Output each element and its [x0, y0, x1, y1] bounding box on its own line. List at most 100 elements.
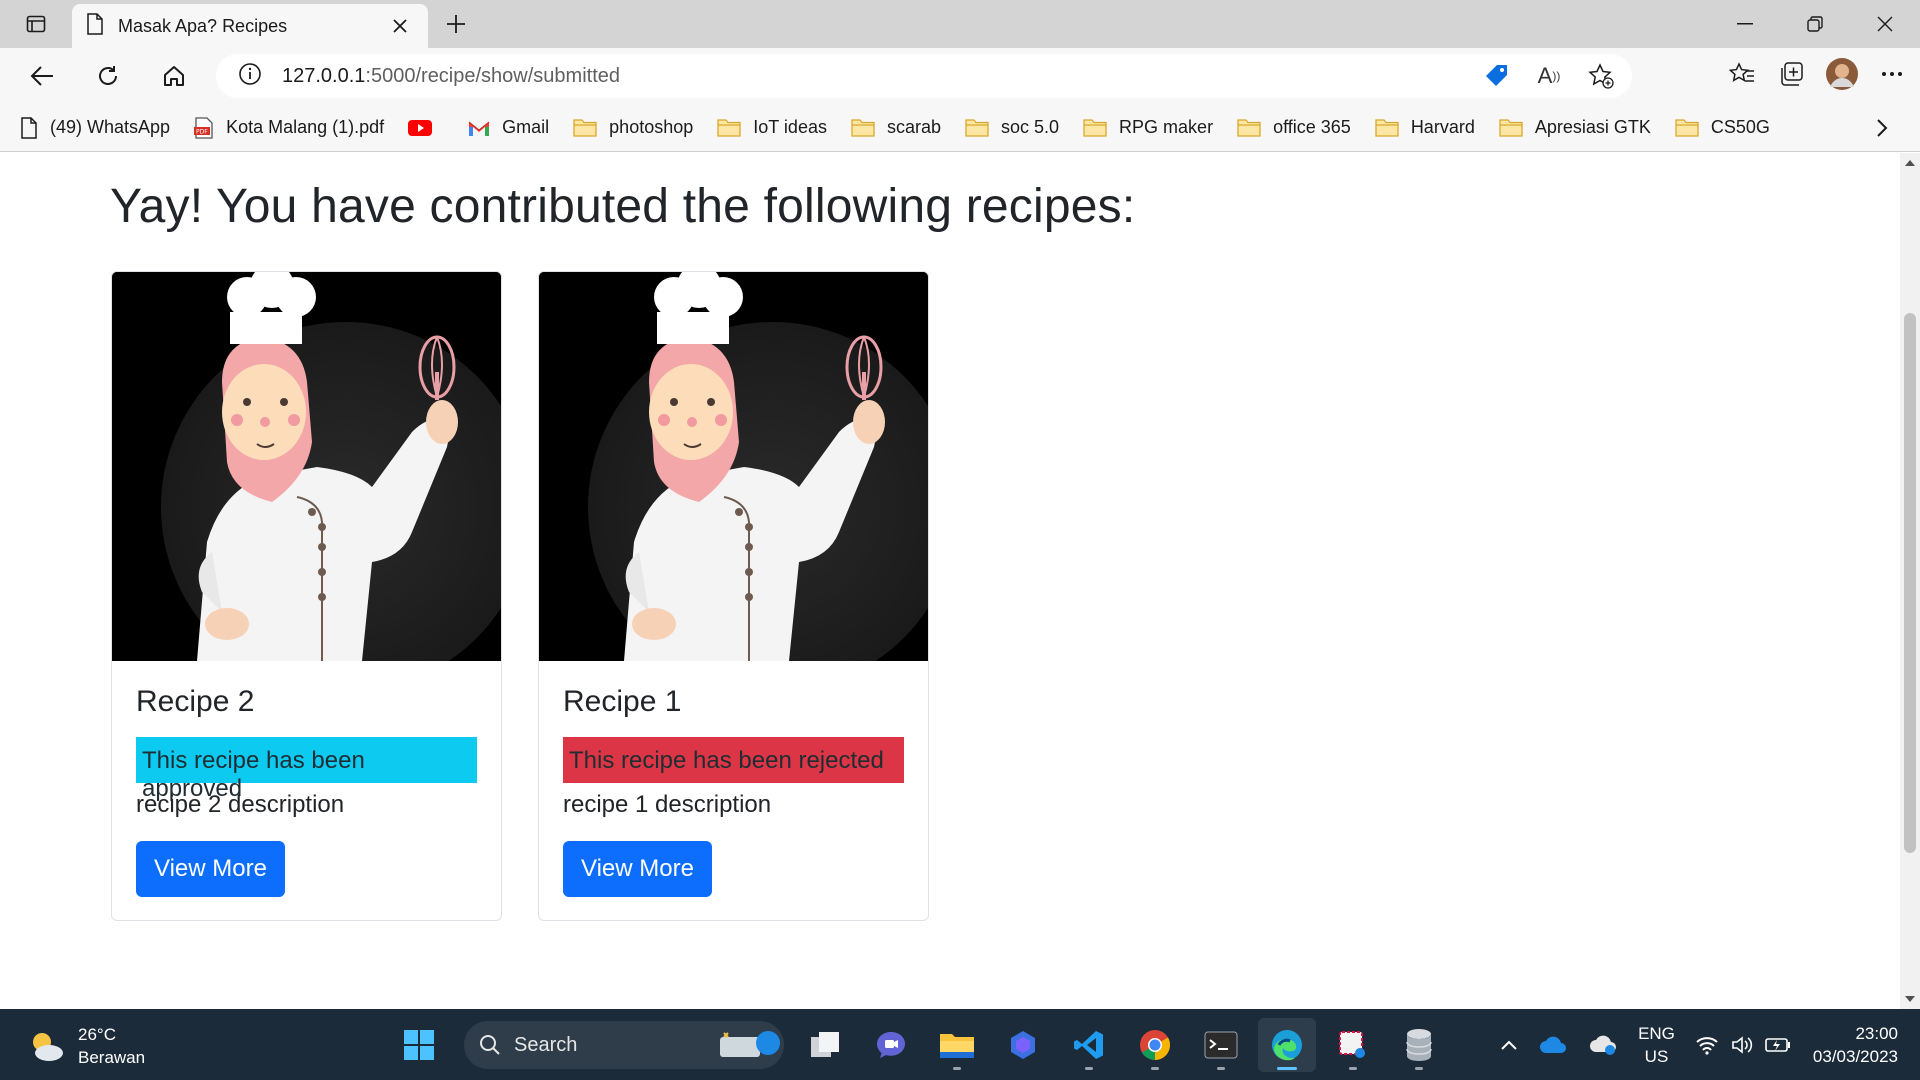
- chrome-icon[interactable]: [1126, 1018, 1184, 1072]
- home-icon[interactable]: [154, 58, 194, 94]
- view-more-button[interactable]: View More: [563, 841, 712, 897]
- bookmark-item[interactable]: photoshop: [573, 117, 693, 138]
- clock-date: 03/03/2023: [1812, 1046, 1898, 1066]
- bookmark-item[interactable]: Harvard: [1375, 117, 1475, 138]
- bookmark-item[interactable]: CS50G: [1675, 117, 1770, 138]
- recipe-title: Recipe 2: [136, 685, 255, 718]
- shopping-tag-icon[interactable]: [1480, 60, 1514, 92]
- bookmark-label: photoshop: [609, 117, 694, 137]
- running-indicator: [1085, 1067, 1093, 1070]
- onedrive-icon[interactable]: [1538, 1009, 1568, 1080]
- refresh-icon[interactable]: [88, 58, 128, 94]
- address-bar[interactable]: 127.0.0.1:5000/recipe/show/submitted A)): [216, 54, 1632, 98]
- temperature: 26°C: [78, 1025, 116, 1044]
- weather-widget[interactable]: 26°C Berawan: [26, 1023, 145, 1069]
- region-code: US: [1644, 1046, 1669, 1066]
- taskbar-apps: Search: [390, 1018, 1456, 1072]
- bookmark-item[interactable]: Gmail: [468, 117, 549, 138]
- taskbar-search[interactable]: Search: [464, 1021, 784, 1069]
- bookmark-item[interactable]: scarab: [851, 117, 941, 138]
- running-indicator: [1415, 1067, 1423, 1070]
- copilot-icon[interactable]: [994, 1018, 1052, 1072]
- clock[interactable]: 23:00 03/03/2023: [1813, 1022, 1898, 1068]
- view-more-button[interactable]: View More: [136, 841, 285, 897]
- close-window-icon[interactable]: [1850, 0, 1920, 48]
- active-tab[interactable]: Masak Apa? Recipes: [72, 4, 428, 48]
- bookmark-label: Kota Malang (1).pdf: [226, 117, 385, 137]
- page-title: Yay! You have contributed the following …: [110, 180, 1136, 233]
- youtube-icon: [408, 119, 433, 137]
- search-label: Search: [514, 1033, 578, 1056]
- battery-icon[interactable]: [1765, 1009, 1791, 1080]
- bookmark-item[interactable]: office 365: [1237, 117, 1351, 138]
- vscode-icon[interactable]: [1060, 1018, 1118, 1072]
- wifi-icon[interactable]: [1695, 1009, 1719, 1080]
- tab-title: Masak Apa? Recipes: [118, 15, 288, 36]
- bookmark-item[interactable]: [408, 119, 444, 137]
- database-icon[interactable]: [1390, 1018, 1448, 1072]
- bookmark-item[interactable]: soc 5.0: [965, 117, 1059, 138]
- scrollbar-thumb[interactable]: [1904, 313, 1916, 853]
- back-icon[interactable]: [22, 58, 62, 94]
- browser-toolbar: 127.0.0.1:5000/recipe/show/submitted A)): [0, 48, 1920, 104]
- favorites-icon[interactable]: [1722, 58, 1762, 90]
- volume-icon[interactable]: [1731, 1009, 1753, 1080]
- bookmark-label: CS50G: [1710, 117, 1770, 137]
- edge-icon[interactable]: [1258, 1018, 1316, 1072]
- gmail-icon: [468, 119, 490, 137]
- add-favorite-icon[interactable]: [1584, 60, 1618, 92]
- vertical-scrollbar[interactable]: [1900, 153, 1920, 1009]
- new-tab-icon[interactable]: [440, 8, 472, 40]
- close-tab-icon[interactable]: [386, 12, 414, 40]
- scroll-down-icon[interactable]: [1904, 995, 1916, 1003]
- collections-icon[interactable]: [1772, 58, 1812, 90]
- scroll-up-icon[interactable]: [1904, 159, 1916, 167]
- onedrive-sync-icon[interactable]: [1588, 1009, 1618, 1080]
- show-hidden-icons[interactable]: [1500, 1009, 1518, 1080]
- folder-icon: [717, 118, 741, 138]
- more-menu-icon[interactable]: [1872, 58, 1912, 90]
- bookmark-label: (49) WhatsApp: [50, 117, 171, 137]
- toolbar-right-icons: [1722, 58, 1912, 90]
- running-indicator: [953, 1067, 961, 1070]
- snipping-tool-icon[interactable]: [1324, 1018, 1382, 1072]
- weather-icon: [33, 1033, 63, 1061]
- recipe-card: Recipe 2 This recipe has been approved r…: [111, 271, 502, 921]
- bookmarks-more-icon[interactable]: [1870, 116, 1894, 140]
- page-icon: [20, 116, 38, 139]
- chat-icon[interactable]: [862, 1018, 920, 1072]
- folder-icon: [1675, 118, 1699, 138]
- recipe-description: recipe 1 description: [563, 791, 772, 818]
- restore-icon[interactable]: [1780, 0, 1850, 48]
- url-path: :5000/recipe/show/submitted: [365, 64, 621, 87]
- tab-strip: Masak Apa? Recipes: [0, 0, 1920, 48]
- bookmark-label: IoT ideas: [753, 117, 827, 137]
- system-tray: ENG US 23:00 03/03/2023: [1490, 1009, 1920, 1080]
- read-aloud-icon[interactable]: A)): [1532, 60, 1566, 92]
- bookmark-item[interactable]: PDF Kota Malang (1).pdf: [194, 116, 385, 139]
- tab-actions-icon[interactable]: [16, 10, 56, 38]
- minimize-icon[interactable]: [1710, 0, 1780, 48]
- windows-icon: [404, 1030, 434, 1060]
- bookmarks-bar: (49) WhatsApp PDF Kota Malang (1).pdf Gmail…: [0, 104, 1920, 152]
- terminal-icon[interactable]: [1192, 1018, 1250, 1072]
- folder-icon: [573, 118, 597, 138]
- bookmark-item[interactable]: IoT ideas: [717, 117, 827, 138]
- bookmark-item[interactable]: Apresiasi GTK: [1499, 117, 1651, 138]
- bookmark-item[interactable]: RPG maker: [1083, 117, 1213, 138]
- start-button[interactable]: [390, 1018, 448, 1072]
- url-text[interactable]: 127.0.0.1:5000/recipe/show/submitted: [282, 65, 620, 88]
- profile-avatar[interactable]: [1822, 58, 1862, 90]
- bookmark-label: Harvard: [1410, 117, 1475, 137]
- status-badge: This recipe has been rejected: [563, 737, 904, 783]
- recipe-description: recipe 2 description: [136, 791, 345, 818]
- bookmark-item[interactable]: (49) WhatsApp: [20, 116, 171, 139]
- bookmark-label: office 365: [1273, 117, 1351, 137]
- svg-text:PDF: PDF: [196, 128, 208, 135]
- search-highlight-icon: [720, 1031, 780, 1057]
- task-view-icon[interactable]: [796, 1018, 854, 1072]
- info-icon[interactable]: [238, 62, 262, 91]
- file-explorer-icon[interactable]: [928, 1018, 986, 1072]
- language-indicator[interactable]: ENG US: [1638, 1009, 1675, 1080]
- bookmark-label: Apresiasi GTK: [1534, 117, 1651, 137]
